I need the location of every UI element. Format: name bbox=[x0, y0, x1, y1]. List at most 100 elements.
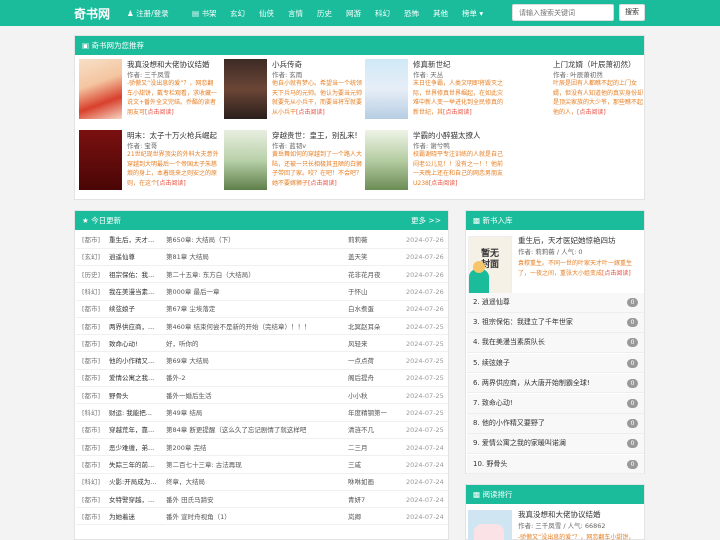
book-cover[interactable] bbox=[79, 130, 122, 190]
row-chapter[interactable]: 第460章 结束何尝不是新的开始（完结章）！！！ bbox=[166, 319, 306, 336]
row-book-name[interactable]: 恶少难缠，弟... bbox=[109, 440, 157, 457]
search-button[interactable]: 搜索 bbox=[619, 4, 645, 21]
read-link[interactable]: [点击阅读] bbox=[157, 180, 186, 187]
read-link[interactable]: [点击阅读] bbox=[577, 109, 606, 116]
ranking-title: 阅读排行 bbox=[482, 490, 513, 499]
table-row[interactable]: [都市] 他的小作精又... 第69章 大结局 一点点荷 2024-07-25 bbox=[76, 353, 448, 370]
ranking-top-title[interactable]: 我真没想和大佬协议结婚 bbox=[518, 509, 601, 520]
table-row[interactable]: [都市] 两界供应商，... 第460章 结束何尝不是新的开始（完结章）！！！ 北冥赵… bbox=[76, 319, 448, 336]
newbook-cover[interactable]: 暂无封面 bbox=[468, 236, 512, 296]
row-book-name[interactable]: 为她着迷 bbox=[109, 509, 157, 526]
row-book-name[interactable]: 致命心动! bbox=[109, 336, 157, 353]
row-book-name[interactable]: 爱情公寓之我... bbox=[109, 370, 157, 387]
search-input[interactable] bbox=[512, 4, 614, 21]
nav-kongbu[interactable]: 恐怖 bbox=[404, 8, 419, 19]
row-chapter[interactable]: 好，听你的 bbox=[166, 336, 306, 353]
site-logo[interactable]: 奇书网 bbox=[74, 5, 110, 22]
read-link[interactable]: [点击阅读] bbox=[429, 180, 458, 187]
nav-kehuan[interactable]: 科幻 bbox=[375, 8, 390, 19]
row-category: [都市] bbox=[82, 339, 101, 348]
nav-yanqing[interactable]: 言情 bbox=[288, 8, 303, 19]
row-book-name[interactable]: 祖宗保佑：我... bbox=[109, 267, 157, 284]
row-chapter[interactable]: 第49章 结局 bbox=[166, 405, 306, 422]
row-chapter[interactable]: 番外-2 bbox=[166, 370, 306, 387]
row-book-name[interactable]: 火影:开局成为... bbox=[109, 474, 157, 491]
row-book-name[interactable]: 他的小作精又... bbox=[109, 353, 157, 370]
list-item[interactable]: 4. 我在美漫当素质队长 0 bbox=[467, 333, 644, 353]
table-row[interactable]: [科幻] 火影:开局成为... 终章，大结局 咻咻如画 2024-07-24 bbox=[76, 474, 448, 491]
list-item[interactable]: 8. 他的小作精又要野了 0 bbox=[467, 414, 644, 434]
row-chapter[interactable]: 第200章 完结 bbox=[166, 440, 306, 457]
table-row[interactable]: [历史] 祖宗保佑：我... 第二十五章: 东方白（大结局） 花非花月夜 2024-07… bbox=[76, 267, 448, 284]
table-row[interactable]: [科幻] 财运: 我能把... 第49章 结局 年度精钢第一 2024-07-25 bbox=[76, 405, 448, 422]
list-item[interactable]: 2. 逍遥仙尊 0 bbox=[467, 293, 644, 313]
table-row[interactable]: [都市] 女特警穿越，... 番外 田氏马蹄安 青妍7 2024-07-24 bbox=[76, 492, 448, 509]
row-chapter[interactable]: 终章，大结局 bbox=[166, 474, 306, 491]
row-chapter[interactable]: 第000章 最后一章 bbox=[166, 284, 306, 301]
table-row[interactable]: [都市] 穿越荒年，靠... 第84章 断更提醒（这么久了忘记剧情了就这样吧sorr… bbox=[76, 422, 448, 439]
table-row[interactable]: [都市] 失踪三年的前... 第二百七十三章: 古法再现 三咸 2024-07-24 bbox=[76, 457, 448, 474]
table-row[interactable]: [都市] 爱情公寓之我... 番外-2 阁后提舟 2024-07-25 bbox=[76, 370, 448, 388]
row-book-name[interactable]: 续弦娘子 bbox=[109, 301, 157, 318]
row-book-name[interactable]: 财运: 我能把... bbox=[109, 405, 157, 422]
row-book-name[interactable]: 穿越荒年，靠... bbox=[109, 422, 157, 439]
book-cover[interactable] bbox=[505, 59, 548, 119]
table-row[interactable]: [都市] 致命心动! 好，听你的 风轻来 2024-07-25 bbox=[76, 336, 448, 353]
table-row[interactable]: [都市] 恶少难缠，弟... 第200章 完结 二三月 2024-07-24 bbox=[76, 440, 448, 457]
row-book-name[interactable]: 野骨头 bbox=[109, 388, 157, 405]
row-author: 小小秋 bbox=[348, 391, 368, 400]
row-chapter[interactable]: 番外 宣时舟视角（1） bbox=[166, 509, 306, 526]
count-badge: 0 bbox=[627, 439, 638, 449]
nav-bookshelf[interactable]: ▤ 书架 bbox=[192, 8, 216, 19]
login-link[interactable]: ♟ 注册/登录 bbox=[127, 8, 169, 19]
list-item[interactable]: 10. 野骨头 0 bbox=[467, 454, 644, 475]
nav-xuanhuan[interactable]: 玄幻 bbox=[230, 8, 245, 19]
row-chapter[interactable]: 第650章: 大结局（下） bbox=[166, 232, 306, 249]
read-link[interactable]: [点击阅读] bbox=[443, 109, 472, 116]
row-book-name[interactable]: 我在美漫当素... bbox=[109, 284, 157, 301]
row-chapter[interactable]: 第84章 断更提醒（这么久了忘记剧情了就这样吧sorry安 bbox=[166, 422, 306, 439]
row-chapter[interactable]: 第81章 大结局 bbox=[166, 249, 306, 266]
row-chapter[interactable]: 番外 田氏马蹄安 bbox=[166, 492, 306, 509]
list-item[interactable]: 7. 致命心动! 0 bbox=[467, 394, 644, 414]
newbooks-header: ▩ 新书入库 bbox=[466, 211, 644, 230]
table-row[interactable]: [玄幻] 逍遥仙尊 第81章 大结局 盖天笑 2024-07-26 bbox=[76, 249, 448, 266]
table-row[interactable]: [都市] 重生后，天才... 第650章: 大结局（下） 莉莉薇 2024-07-26 bbox=[76, 232, 448, 249]
row-book-name[interactable]: 重生后，天才... bbox=[109, 232, 157, 249]
row-book-name[interactable]: 逍遥仙尊 bbox=[109, 249, 157, 266]
read-link[interactable]: [点击阅读] bbox=[308, 180, 337, 187]
ranking-cover[interactable] bbox=[468, 510, 512, 540]
book-cover[interactable] bbox=[365, 130, 408, 190]
nav-qita[interactable]: 其他 bbox=[433, 8, 448, 19]
list-item[interactable]: 3. 祖宗保佑：我建立了千年世家 0 bbox=[467, 313, 644, 333]
newbook-read-link[interactable]: [点击阅读] bbox=[602, 270, 631, 277]
row-book-name[interactable]: 两界供应商，... bbox=[109, 319, 157, 336]
book-cover[interactable] bbox=[79, 59, 122, 119]
read-link[interactable]: [点击阅读] bbox=[145, 109, 174, 116]
more-link[interactable]: 更多 >> bbox=[411, 211, 441, 230]
row-chapter[interactable]: 第67章 尘埃落定 bbox=[166, 301, 306, 318]
row-book-name[interactable]: 失踪三年的前... bbox=[109, 457, 157, 474]
row-chapter[interactable]: 第二百七十三章: 古法再现 bbox=[166, 457, 306, 474]
table-row[interactable]: [都市] 野骨头 番外一婚后生活 小小秋 2024-07-25 bbox=[76, 388, 448, 405]
row-chapter[interactable]: 番外一婚后生活 bbox=[166, 388, 306, 405]
row-chapter[interactable]: 第二十五章: 东方白（大结局） bbox=[166, 267, 306, 284]
nav-xianxia[interactable]: 仙侠 bbox=[259, 8, 274, 19]
list-item[interactable]: 5. 续弦娘子 0 bbox=[467, 353, 644, 374]
nav-wangyou[interactable]: 网游 bbox=[346, 8, 361, 19]
table-row[interactable]: [科幻] 我在美漫当素... 第000章 最后一章 于怀山 2024-07-26 bbox=[76, 284, 448, 301]
book-cover[interactable] bbox=[224, 59, 267, 119]
row-book-name[interactable]: 女特警穿越，... bbox=[109, 492, 157, 509]
newbook-top-title[interactable]: 重生后，天才医妃她惊艳四坊 bbox=[518, 235, 616, 246]
book-cover[interactable] bbox=[365, 59, 408, 119]
nav-rankings-dropdown[interactable]: 榜单 ▾ bbox=[462, 8, 483, 19]
list-item[interactable]: 6. 两界供应商，从大唐开始制霸全球! 0 bbox=[467, 373, 644, 394]
table-row[interactable]: [都市] 续弦娘子 第67章 尘埃落定 白水煮蛋 2024-07-26 bbox=[76, 301, 448, 318]
row-chapter[interactable]: 第69章 大结局 bbox=[166, 353, 306, 370]
book-cover[interactable] bbox=[224, 130, 267, 190]
ranking-top-desc: -骄傲又“没出息的爱”？，网恋翻车小甜饼， bbox=[518, 534, 635, 540]
table-row[interactable]: [都市] 为她着迷 番外 宣时舟视角（1） 岚卿 2024-07-24 bbox=[76, 509, 448, 526]
nav-lishi[interactable]: 历史 bbox=[317, 8, 332, 19]
read-link[interactable]: [点击阅读] bbox=[296, 109, 325, 116]
list-item[interactable]: 9. 爱情公寓之我的家暖叫诺澜 0 bbox=[467, 434, 644, 454]
